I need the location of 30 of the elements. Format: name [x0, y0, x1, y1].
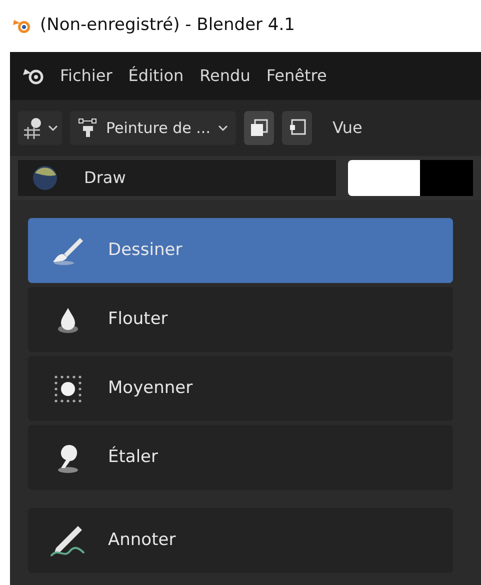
- mode-dropdown[interactable]: Peinture de ...: [70, 111, 236, 145]
- vertex-mask-icon: [288, 119, 306, 137]
- app-logo-icon: [22, 67, 44, 85]
- tool-item[interactable]: Étaler: [28, 425, 453, 490]
- tool-item[interactable]: Flouter: [28, 287, 453, 352]
- tool-item[interactable]: Dessiner: [28, 218, 453, 283]
- view-menu[interactable]: Vue: [332, 116, 362, 140]
- color-swatch[interactable]: [348, 160, 420, 196]
- mask-toggle-button[interactable]: [244, 111, 274, 145]
- editor-type-button[interactable]: [18, 111, 62, 145]
- app-logo-icon: [12, 17, 32, 35]
- editor-type-icon: [22, 117, 44, 139]
- menu-item[interactable]: Fichier: [60, 64, 112, 88]
- menu-item[interactable]: Édition: [128, 64, 184, 88]
- menu-item[interactable]: Fenêtre: [266, 64, 327, 88]
- tool-item[interactable]: Annoter: [28, 508, 453, 573]
- brush-preview-icon: [30, 163, 60, 193]
- tool-item[interactable]: Moyenner: [28, 356, 453, 421]
- brush-name: Draw: [84, 167, 126, 189]
- color-swatch[interactable]: [420, 160, 473, 196]
- brush-icon: [50, 236, 86, 266]
- dotted-circle-icon: [53, 374, 83, 404]
- brush-selector[interactable]: Draw: [18, 160, 336, 196]
- caret-icon: [218, 124, 228, 132]
- caret-icon: [48, 124, 58, 132]
- window-title: (Non-enregistré) - Blender 4.1: [40, 14, 295, 38]
- menu-item[interactable]: Rendu: [200, 64, 250, 88]
- vertex-paint-icon: [78, 118, 98, 138]
- vertex-mask-button[interactable]: [282, 111, 312, 145]
- face-mask-icon: [250, 119, 268, 137]
